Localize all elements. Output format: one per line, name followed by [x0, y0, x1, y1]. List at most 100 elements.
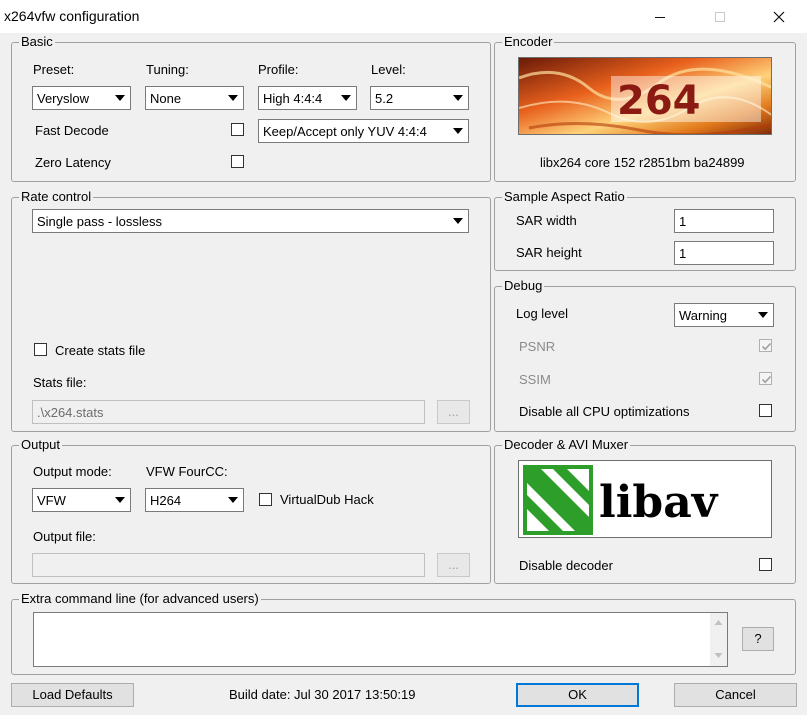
cancel-button[interactable]: Cancel	[674, 683, 797, 707]
extra-command-textarea[interactable]	[33, 612, 728, 667]
minimize-button[interactable]	[637, 0, 683, 33]
help-button-label: ?	[754, 631, 762, 646]
sar-height-value: 1	[679, 246, 687, 261]
maximize-button	[697, 0, 743, 33]
check-icon	[761, 342, 772, 351]
profile-value: High 4:4:4	[263, 91, 323, 106]
fast-decode-checkbox[interactable]	[231, 123, 244, 136]
sar-width-value: 1	[679, 214, 687, 229]
profile-label: Profile:	[258, 62, 299, 77]
stats-browse-button: ...	[437, 400, 470, 424]
create-stats-label: Create stats file	[55, 343, 146, 358]
log-level-select[interactable]: Warning	[674, 303, 774, 327]
chevron-down-icon[interactable]	[337, 89, 354, 107]
load-defaults-label: Load Defaults	[32, 687, 113, 702]
libav-logo: libav	[518, 460, 772, 538]
encoder-group-title: Encoder	[502, 34, 555, 50]
chevron-down-icon[interactable]	[754, 306, 771, 324]
preset-label: Preset:	[33, 62, 75, 77]
psnr-label: PSNR	[519, 339, 556, 354]
profile-select[interactable]: High 4:4:4	[258, 86, 357, 110]
chevron-down-icon[interactable]	[224, 89, 241, 107]
output-file-input	[32, 553, 425, 577]
disable-cpu-checkbox[interactable]	[759, 404, 772, 417]
ok-button[interactable]: OK	[516, 683, 639, 707]
colorspace-value: Keep/Accept only YUV 4:4:4	[263, 124, 427, 139]
output-mode-select[interactable]: VFW	[32, 488, 131, 512]
load-defaults-button[interactable]: Load Defaults	[11, 683, 134, 707]
output-file-label: Output file:	[33, 529, 96, 544]
output-group-title: Output	[19, 437, 63, 453]
virtualdub-hack-label: VirtualDub Hack	[280, 492, 374, 507]
sar-height-input[interactable]: 1	[674, 241, 774, 265]
ssim-checkbox	[759, 372, 772, 385]
zero-latency-label: Zero Latency	[35, 155, 111, 170]
level-select[interactable]: 5.2	[370, 86, 469, 110]
fast-decode-label: Fast Decode	[35, 123, 109, 138]
disable-decoder-label: Disable decoder	[519, 558, 613, 573]
scroll-arrows-icon	[714, 620, 723, 658]
stats-file-value: .\x264.stats	[37, 405, 104, 420]
ok-label: OK	[568, 687, 587, 702]
decoder-group-title: Decoder & AVI Muxer	[502, 437, 631, 453]
tuning-value: None	[150, 91, 182, 106]
virtualdub-hack-checkbox[interactable]	[259, 493, 272, 506]
sar-group-title: Sample Aspect Ratio	[502, 189, 627, 205]
fourcc-value: H264	[150, 493, 182, 508]
debug-group-title: Debug	[502, 278, 545, 294]
colorspace-select[interactable]: Keep/Accept only YUV 4:4:4	[258, 119, 469, 143]
level-label: Level:	[371, 62, 406, 77]
psnr-checkbox	[759, 339, 772, 352]
zero-latency-checkbox[interactable]	[231, 155, 244, 168]
sar-height-label: SAR height	[516, 245, 582, 260]
textarea-scrollbar[interactable]	[710, 613, 727, 666]
output-mode-label: Output mode:	[33, 464, 112, 479]
sar-width-input[interactable]: 1	[674, 209, 774, 233]
stats-file-input: .\x264.stats	[32, 400, 425, 424]
libav-logo-text: libav	[599, 477, 719, 528]
chevron-down-icon[interactable]	[449, 212, 466, 230]
output-mode-value: VFW	[37, 493, 66, 508]
x264-logo-graphic: 264	[519, 58, 771, 134]
create-stats-checkbox[interactable]	[34, 343, 47, 356]
rate-control-value: Single pass - lossless	[37, 214, 162, 229]
close-button[interactable]	[756, 0, 802, 33]
chevron-down-icon[interactable]	[449, 122, 466, 140]
output-browse-label: ...	[448, 557, 459, 572]
stats-browse-label: ...	[448, 404, 459, 419]
minimize-icon	[655, 16, 665, 18]
ssim-label: SSIM	[519, 372, 551, 387]
log-level-value: Warning	[679, 308, 727, 323]
disable-decoder-checkbox[interactable]	[759, 558, 772, 571]
sar-width-label: SAR width	[516, 213, 577, 228]
help-button[interactable]: ?	[742, 627, 774, 651]
cancel-label: Cancel	[715, 687, 756, 702]
preset-select[interactable]: Veryslow	[32, 86, 131, 110]
build-date: Build date: Jul 30 2017 13:50:19	[229, 687, 416, 702]
stats-file-label: Stats file:	[33, 375, 87, 390]
level-value: 5.2	[375, 91, 394, 106]
window-title: x264vfw configuration	[4, 8, 140, 24]
preset-value: Veryslow	[37, 91, 90, 106]
chevron-down-icon[interactable]	[449, 89, 466, 107]
rate-control-select[interactable]: Single pass - lossless	[32, 209, 469, 233]
check-icon	[761, 375, 772, 384]
x264-logo: 264	[518, 57, 772, 135]
tuning-select[interactable]: None	[145, 86, 244, 110]
tuning-label: Tuning:	[146, 62, 189, 77]
x264-logo-text: 264	[617, 78, 701, 124]
basic-group-title: Basic	[19, 34, 55, 50]
title-bar: x264vfw configuration	[0, 0, 807, 33]
fourcc-select[interactable]: H264	[145, 488, 244, 512]
fourcc-label: VFW FourCC:	[146, 464, 228, 479]
chevron-down-icon[interactable]	[111, 89, 128, 107]
maximize-icon	[715, 11, 725, 22]
encoder-version: libx264 core 152 r2851bm ba24899	[540, 155, 745, 170]
log-level-label: Log level	[516, 306, 569, 321]
libav-logo-graphic: libav	[523, 465, 719, 535]
close-icon	[773, 11, 785, 22]
chevron-down-icon[interactable]	[224, 491, 241, 509]
chevron-down-icon[interactable]	[111, 491, 128, 509]
disable-cpu-label: Disable all CPU optimizations	[519, 404, 690, 419]
rate-control-group-title: Rate control	[19, 189, 94, 205]
